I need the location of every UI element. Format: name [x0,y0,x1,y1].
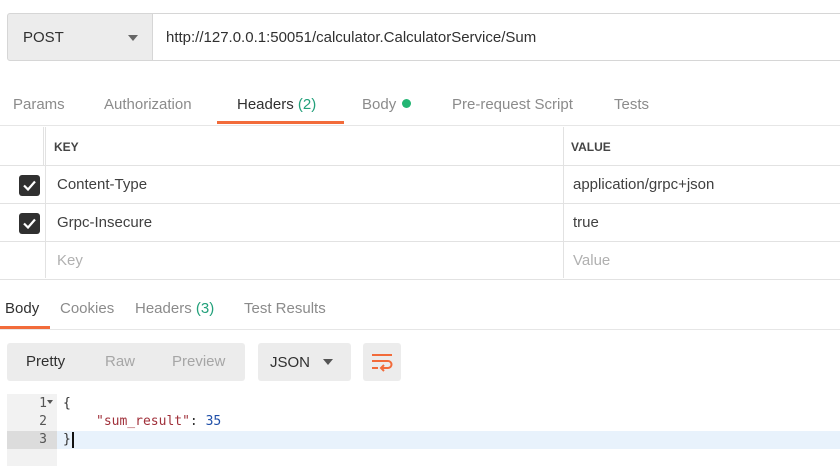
url-text: http://127.0.0.1:50051/calculator.Calcul… [166,28,537,46]
wrap-lines-button[interactable] [363,343,401,381]
tab-headers-label: Headers [237,96,294,113]
chevron-down-icon [323,359,333,365]
code-line-2: "sum_result": 35 [96,414,221,429]
table-row-empty: Key Value [0,242,840,280]
format-label: JSON [270,353,311,371]
fold-arrow-icon[interactable] [47,400,53,404]
table-row: Grpc-Insecure true [0,204,840,242]
tab-body[interactable]: Body [362,96,412,113]
tab-params[interactable]: Params [13,96,65,113]
checkmark-icon [23,218,36,230]
tab-test-results[interactable]: Test Results [244,300,326,317]
tab-response-headers-count: (3) [195,300,215,317]
tab-response-body[interactable]: Body [5,300,39,317]
response-tabs: Body Cookies Headers (3) Test Results [0,290,840,330]
table-header: KEY VALUE [0,127,840,166]
url-input[interactable]: http://127.0.0.1:50051/calculator.Calcul… [153,13,840,61]
line-number: 1 [39,396,47,411]
pretty-button[interactable]: Pretty [26,353,65,370]
tab-response-headers[interactable]: Headers (3) [135,300,214,317]
header-key[interactable]: Content-Type [57,176,147,193]
view-mode-group: Pretty Raw Preview [7,343,245,381]
code-line-3: } [63,432,71,447]
line-number: 2 [39,414,47,429]
json-value: 35 [205,414,222,429]
header-value[interactable]: application/grpc+json [573,176,714,193]
active-tab-underline [217,121,344,124]
new-key-input[interactable]: Key [57,252,83,269]
row-checkbox[interactable] [19,213,40,234]
method-label: POST [23,28,64,46]
tab-headers-count: (2) [297,96,317,113]
column-divider [45,127,46,278]
tab-body-label: Body [362,96,397,113]
column-divider [563,127,564,278]
text-cursor [72,432,74,448]
chevron-down-icon [128,35,138,41]
response-body-editor[interactable]: 1 2 3 { "sum_result": 35 } [7,394,840,466]
wrap-lines-icon [372,354,393,372]
format-select[interactable]: JSON [258,343,351,381]
method-select[interactable]: POST [7,13,153,61]
tab-authorization[interactable]: Authorization [104,96,192,113]
json-key: "sum_result" [96,414,190,429]
tab-tests[interactable]: Tests [614,96,649,113]
code-line-1: { [63,396,71,411]
value-column-header: VALUE [571,140,611,154]
table-row: Content-Type application/grpc+json [0,166,840,204]
request-url-bar: POST http://127.0.0.1:50051/calculator.C… [7,13,840,61]
json-colon: : [189,414,206,429]
row-checkbox[interactable] [19,175,40,196]
tab-cookies[interactable]: Cookies [60,300,114,317]
request-tabs: Params Authorization Headers (2) Body Pr… [0,88,840,126]
new-value-input[interactable]: Value [573,252,610,269]
column-divider [43,127,44,166]
active-line-highlight [57,431,840,449]
key-column-header: KEY [54,140,79,154]
tab-headers[interactable]: Headers (2) [237,96,316,113]
tab-prerequest-script[interactable]: Pre-request Script [452,96,573,113]
active-response-tab-underline [0,326,50,329]
body-indicator-dot [402,99,412,108]
tab-response-headers-label: Headers [135,300,192,317]
header-key[interactable]: Grpc-Insecure [57,214,152,231]
header-value[interactable]: true [573,214,599,231]
raw-button[interactable]: Raw [105,353,135,370]
preview-button[interactable]: Preview [172,353,225,370]
line-number: 3 [39,432,47,447]
checkmark-icon [23,180,36,192]
